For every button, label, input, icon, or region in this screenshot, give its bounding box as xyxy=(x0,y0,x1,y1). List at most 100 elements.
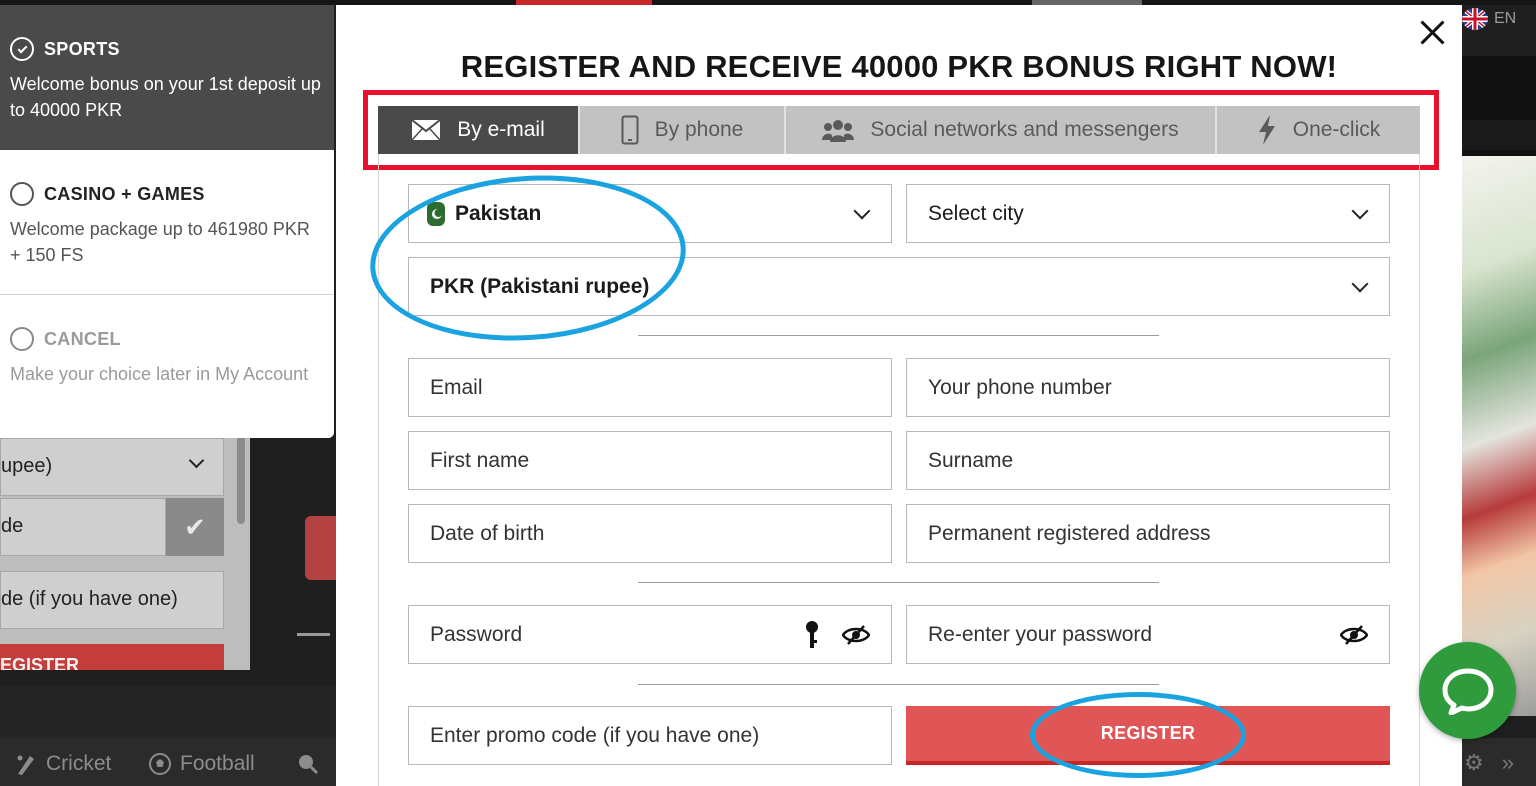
password-placeholder: Password xyxy=(430,622,523,646)
bg-code-field: de xyxy=(0,498,166,556)
country-select[interactable]: Pakistan xyxy=(408,184,892,243)
football-icon xyxy=(149,753,171,775)
bonus-title-cancel: CANCEL xyxy=(44,328,121,349)
cricket-icon xyxy=(17,755,34,775)
bg-promo-text: de (if you have one) xyxy=(1,588,178,610)
bg-checkmark-icon: ✔ xyxy=(166,498,224,556)
live-chat-button[interactable] xyxy=(1419,642,1516,739)
tennis-icon xyxy=(299,755,319,775)
bg-red-tab xyxy=(305,516,336,580)
currency-select[interactable]: PKR (Pakistani rupee) xyxy=(408,257,1390,316)
section-divider xyxy=(638,684,1159,685)
bonus-option-header: CANCEL xyxy=(10,327,324,351)
phone-field[interactable]: Your phone number xyxy=(906,358,1390,417)
section-divider xyxy=(638,335,1159,336)
city-placeholder: Select city xyxy=(928,201,1024,225)
password-field[interactable]: Password xyxy=(408,605,892,664)
bg-bottom-panel xyxy=(0,686,336,738)
bg-code-text: de xyxy=(1,515,24,537)
password-confirm-field[interactable]: Re-enter your password xyxy=(906,605,1390,664)
city-select[interactable]: Select city xyxy=(906,184,1390,243)
promo-placeholder: Enter promo code (if you have one) xyxy=(430,723,760,747)
tab-social-networks[interactable]: Social networks and messengers xyxy=(786,106,1217,154)
bg-promo-field: de (if you have one) xyxy=(0,571,224,629)
registration-method-tabs: By e-mail By phone Social networks and m… xyxy=(378,106,1420,154)
country-value: Pakistan xyxy=(455,201,542,225)
nav-label-cricket: Cricket xyxy=(46,752,112,775)
bonus-title-sports: SPORTS xyxy=(44,38,120,59)
tab-label: By e-mail xyxy=(457,118,545,141)
first-name-placeholder: First name xyxy=(430,448,530,472)
bg-dash xyxy=(297,633,330,636)
tab-label: One-click xyxy=(1292,118,1381,141)
lightning-icon xyxy=(1258,115,1275,145)
nav-item-football[interactable]: Football xyxy=(148,752,255,776)
bg-currency-select: upee) xyxy=(0,438,224,496)
chevron-down-icon xyxy=(1351,275,1369,292)
bottom-right-icons: ⚙ » xyxy=(1464,750,1514,776)
surname-field[interactable]: Surname xyxy=(906,431,1390,490)
bonus-desc-casino: Welcome package up to 461980 PKR + 150 F… xyxy=(10,219,310,265)
right-panel-strip xyxy=(1462,120,1536,150)
nav-item-tennis[interactable] xyxy=(296,752,320,776)
bonus-desc-cancel: Make your choice later in My Account xyxy=(10,364,309,384)
bonus-title-casino: CASINO + GAMES xyxy=(44,183,205,204)
bg-register-text: EGISTER xyxy=(0,655,80,670)
radio-checked-icon[interactable] xyxy=(10,37,34,61)
people-icon xyxy=(822,120,855,142)
date-of-birth-field[interactable]: Date of birth xyxy=(408,504,892,563)
modal-title: REGISTER AND RECEIVE 40000 PKR BONUS RIG… xyxy=(460,49,1338,84)
background-registration-form: upee) de ✔ de (if you have one) EGISTER xyxy=(0,436,250,670)
language-label: EN xyxy=(1494,10,1517,27)
uk-flag-icon xyxy=(1462,8,1488,30)
tab-label: Social networks and messengers xyxy=(870,118,1179,141)
nav-label-football: Football xyxy=(180,752,255,775)
chevron-down-icon xyxy=(1351,202,1369,219)
bonus-option-header: SPORTS xyxy=(10,37,324,61)
tab-by-email[interactable]: By e-mail xyxy=(378,106,580,154)
close-icon[interactable] xyxy=(1419,19,1447,47)
tab-by-phone[interactable]: By phone xyxy=(580,106,786,154)
first-name-field[interactable]: First name xyxy=(408,431,892,490)
language-switcher[interactable]: EN xyxy=(1462,8,1516,30)
email-placeholder: Email xyxy=(430,375,483,399)
bonus-option-sports[interactable]: SPORTS Welcome bonus on your 1st deposit… xyxy=(0,5,334,150)
bonus-option-cancel[interactable]: CANCEL Make your choice later in My Acco… xyxy=(0,295,334,438)
promo-code-field[interactable]: Enter promo code (if you have one) xyxy=(408,706,892,765)
bg-chevron-down-icon xyxy=(188,452,205,469)
chat-bubble-icon xyxy=(1442,668,1493,715)
gear-icon[interactable]: ⚙ xyxy=(1464,750,1484,776)
chevron-double-right-icon[interactable]: » xyxy=(1502,750,1514,776)
password-confirm-placeholder: Re-enter your password xyxy=(928,622,1153,646)
phone-icon xyxy=(621,115,639,145)
dob-placeholder: Date of birth xyxy=(430,521,545,545)
radio-unchecked-icon[interactable] xyxy=(10,327,34,351)
currency-value: PKR (Pakistani rupee) xyxy=(430,274,650,298)
register-button[interactable]: REGISTER xyxy=(906,706,1390,765)
bg-register-button: EGISTER xyxy=(0,644,224,670)
tab-one-click[interactable]: One-click xyxy=(1217,106,1420,154)
bg-currency-text: upee) xyxy=(1,455,53,477)
eye-slash-icon[interactable] xyxy=(1340,624,1368,645)
pakistan-flag-icon xyxy=(427,201,445,226)
email-field[interactable]: Email xyxy=(408,358,892,417)
registration-modal: REGISTER AND RECEIVE 40000 PKR BONUS RIG… xyxy=(336,5,1462,786)
nav-item-cricket[interactable]: Cricket xyxy=(14,752,111,776)
bonus-selection-popup: SPORTS Welcome bonus on your 1st deposit… xyxy=(0,5,334,438)
bg-scroll-thumb xyxy=(237,436,245,524)
bonus-option-casino[interactable]: CASINO + GAMES Welcome package up to 461… xyxy=(0,150,334,295)
bonus-option-header: CASINO + GAMES xyxy=(10,182,324,206)
address-field[interactable]: Permanent registered address xyxy=(906,504,1390,563)
radio-unchecked-icon[interactable] xyxy=(10,182,34,206)
section-divider xyxy=(638,582,1159,583)
address-placeholder: Permanent registered address xyxy=(928,521,1211,545)
promo-artwork xyxy=(1462,156,1536,716)
bonus-desc-sports: Welcome bonus on your 1st deposit up to … xyxy=(10,74,321,120)
key-icon[interactable] xyxy=(804,620,820,650)
eye-slash-icon[interactable] xyxy=(842,624,870,645)
surname-placeholder: Surname xyxy=(928,448,1014,472)
chevron-down-icon xyxy=(853,202,871,219)
envelope-icon xyxy=(411,119,441,141)
bg-scrollbar xyxy=(235,436,247,526)
tab-label: By phone xyxy=(654,118,744,141)
